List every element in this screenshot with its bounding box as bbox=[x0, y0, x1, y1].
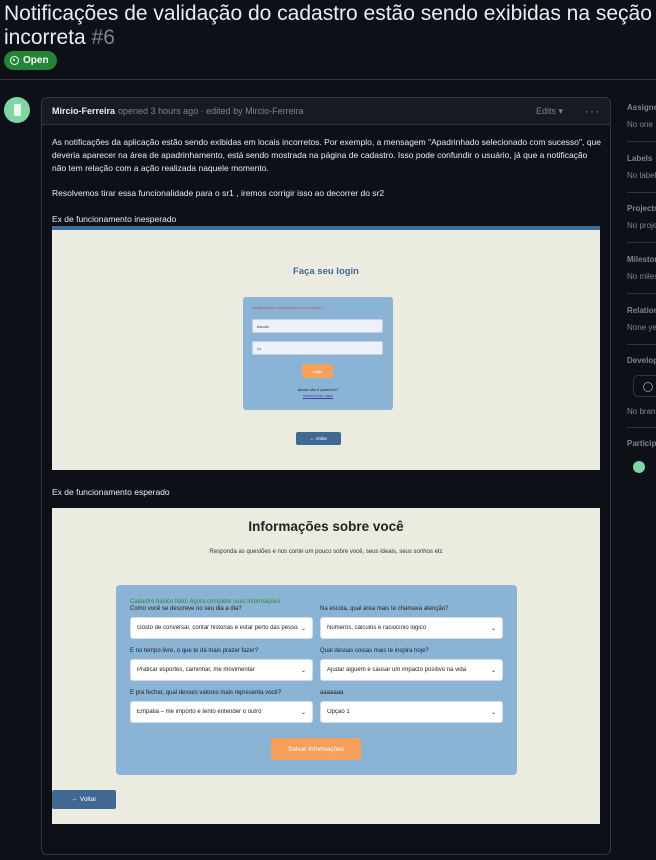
sidebar-value: No branches bbox=[627, 407, 656, 416]
chevron-down-icon: ▾ bbox=[558, 105, 563, 116]
sidebar-divider bbox=[627, 293, 656, 294]
sidebar-divider bbox=[627, 344, 656, 345]
issue-comment: Mircio-Ferreira opened 3 hours ago · edi… bbox=[41, 97, 611, 855]
password-field: ••• bbox=[252, 341, 383, 355]
back-button-shot1: ← Voltar bbox=[296, 432, 341, 445]
chevron-down-icon: ⌄ bbox=[300, 709, 306, 716]
sidebar-assignees[interactable]: Assignees No one bbox=[627, 103, 656, 129]
question-select: Empatia – me importo e tento entender o … bbox=[130, 701, 313, 723]
question-label: E no tempo livre, o que te dá mais praze… bbox=[130, 648, 259, 654]
question-select: Opção 1 ⌄ bbox=[320, 701, 503, 723]
issue-sidebar: Assignees No one Labels No labels Projects… bbox=[627, 97, 656, 477]
edits-dropdown[interactable]: Edits ▾ bbox=[536, 106, 563, 117]
username-field: escola bbox=[252, 319, 383, 333]
chevron-down-icon: ⌄ bbox=[490, 667, 496, 674]
create-branch-icon[interactable] bbox=[633, 375, 656, 397]
save-info-button: Salvar Informações bbox=[271, 738, 361, 760]
comment-body: As notificações da aplicação estão sendo… bbox=[52, 136, 602, 212]
sidebar-divider bbox=[627, 141, 656, 142]
avatar[interactable] bbox=[4, 97, 30, 123]
sidebar-milestone[interactable]: Milestone No milestone bbox=[627, 255, 656, 281]
sidebar-participants: Participants bbox=[627, 439, 656, 448]
login-box: Apadrinhado selecionado com sucesso! esc… bbox=[243, 297, 393, 410]
select-value: Opção 1 bbox=[327, 709, 350, 715]
question-select: Ajudar alguém e causar um impacto positi… bbox=[320, 659, 503, 681]
question-label: E pra fechar, qual desses valores mais r… bbox=[130, 690, 282, 696]
question-select: Praticar esportes, caminhar, me moviment… bbox=[130, 659, 313, 681]
sidebar-divider bbox=[627, 242, 656, 243]
caption-expected: Ex de funcionamento esperado bbox=[52, 487, 170, 497]
sidebar-value: No projects bbox=[627, 221, 656, 230]
select-value: Praticar esportes, caminhar, me moviment… bbox=[137, 667, 255, 673]
screenshot-unexpected[interactable]: Faça seu login Apadrinhado selecionado c… bbox=[52, 226, 600, 470]
sidebar-value: No one bbox=[627, 120, 653, 129]
screenshot-expected[interactable]: Informações sobre você Responda as quest… bbox=[52, 508, 600, 824]
chevron-down-icon: ⌄ bbox=[490, 625, 496, 632]
sidebar-title: Projects bbox=[627, 204, 656, 213]
sidebar-title: Milestone bbox=[627, 255, 656, 264]
sidebar-labels[interactable]: Labels No labels bbox=[627, 154, 656, 180]
no-account-text: Ainda não é padrinho? bbox=[297, 387, 339, 392]
sidebar-title: Assignees bbox=[627, 103, 656, 112]
chevron-down-icon: ⌄ bbox=[490, 709, 496, 716]
question-label: Como você se descreve no seu dia a dia? bbox=[130, 606, 242, 612]
sidebar-value: No milestone bbox=[627, 272, 656, 281]
chevron-down-icon: ⌄ bbox=[300, 625, 306, 632]
sidebar-projects[interactable]: Projects No projects bbox=[627, 204, 656, 230]
select-value: Empatia – me importo e tento entender o … bbox=[137, 709, 262, 715]
kebab-menu-icon[interactable]: ··· bbox=[585, 104, 600, 118]
issue-title: Notificações de validação do cadastro es… bbox=[4, 2, 654, 50]
back-button-shot2: ← Voltar bbox=[52, 790, 116, 809]
comment-paragraph-2: Resolvemos tirar essa funcionalidade par… bbox=[52, 188, 385, 198]
sidebar-title: Participants bbox=[627, 439, 656, 448]
select-value: Números, cálculos e raciocínio lógico bbox=[327, 625, 427, 631]
select-value: Gosto de conversar, contar histórias e e… bbox=[137, 625, 298, 631]
question-label: Qual dessas coisas mais te inspira hoje? bbox=[320, 648, 429, 654]
question-label: aaaaaaa bbox=[320, 690, 344, 696]
success-notification: Cadastro básico feito! Agora complete su… bbox=[130, 599, 282, 605]
sidebar-value: No labels bbox=[627, 171, 656, 180]
question-select: Gosto de conversar, contar histórias e e… bbox=[130, 617, 313, 639]
register-link: Inscreva-se aqui! bbox=[302, 393, 334, 398]
comment-header: Mircio-Ferreira opened 3 hours ago · edi… bbox=[42, 98, 610, 125]
misplaced-notification: Apadrinhado selecionado com sucesso! bbox=[252, 305, 323, 310]
login-button: Login bbox=[302, 364, 333, 378]
edits-label: Edits bbox=[535, 105, 556, 116]
sidebar-divider bbox=[627, 192, 656, 193]
question-select: Números, cálculos e raciocínio lógico ⌄ bbox=[320, 617, 503, 639]
participant-avatar[interactable] bbox=[633, 461, 645, 473]
issue-number: #6 bbox=[91, 26, 115, 49]
sidebar-title: Labels bbox=[627, 154, 653, 163]
header-divider bbox=[0, 79, 656, 80]
open-issue-icon bbox=[10, 56, 19, 65]
select-value: Ajudar alguém e causar um impacto positi… bbox=[327, 667, 467, 673]
status-label: Open bbox=[23, 55, 49, 66]
question-label: Na escola, qual área mais te chamava ate… bbox=[320, 606, 449, 612]
comment-meta: opened 3 hours ago · edited by Mircio-Fe… bbox=[118, 106, 304, 116]
sidebar-relationships[interactable]: Relationships None yet bbox=[627, 306, 656, 332]
login-heading: Faça seu login bbox=[293, 266, 359, 277]
sidebar-title: Development bbox=[627, 356, 656, 365]
caption-unexpected: Ex de funcionamento inesperado bbox=[52, 214, 177, 224]
sidebar-divider bbox=[627, 427, 656, 428]
info-heading: Informações sobre você bbox=[248, 519, 404, 534]
info-subheading: Responda as questões e nos conte um pouc… bbox=[209, 549, 443, 555]
sidebar-title: Relationships bbox=[627, 306, 656, 315]
comment-author-link[interactable]: Mircio-Ferreira bbox=[52, 106, 115, 116]
status-badge: Open bbox=[4, 51, 57, 70]
info-form-panel: Cadastro básico feito! Agora complete su… bbox=[116, 585, 517, 775]
comment-paragraph-1: As notificações da aplicação estão sendo… bbox=[52, 137, 601, 173]
sidebar-value: None yet bbox=[627, 323, 656, 332]
chevron-down-icon: ⌄ bbox=[300, 667, 306, 674]
